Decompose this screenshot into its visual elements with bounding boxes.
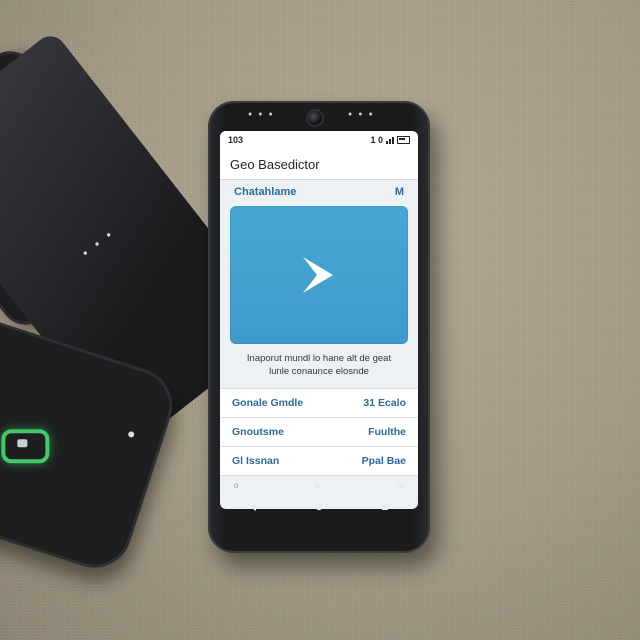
- side-phone-bottom-dot: [127, 430, 136, 439]
- nav-strip-dot: [315, 482, 321, 488]
- section-meta: M: [394, 186, 404, 198]
- recents-square-icon: [382, 504, 388, 510]
- recents-button[interactable]: [373, 497, 397, 517]
- caption: Inaporut mundl lo hane alt de geat lunle…: [230, 352, 408, 378]
- green-chip-icon: [1, 429, 50, 464]
- status-right-group: 1 0: [370, 135, 410, 145]
- back-triangle-icon: [250, 503, 256, 511]
- list-item-label: Gl Issnan: [232, 455, 280, 467]
- signal-icon: [386, 136, 394, 144]
- status-bar: 103 1 0: [220, 131, 418, 149]
- nav-strip-left: o: [234, 480, 239, 490]
- chevron-right-icon: [303, 257, 333, 293]
- home-circle-icon: [315, 503, 323, 511]
- list-item-value: 31 Ecalo: [363, 397, 406, 409]
- list-item-label: Gonale Gmdle: [232, 397, 304, 409]
- nav-strip: o m: [220, 477, 418, 493]
- section-label: Chatahlame: [234, 186, 297, 198]
- status-right-text: 1 0: [370, 135, 383, 145]
- phone-screen: 103 1 0 Geo Basedictor Chatahlame M Inap…: [220, 131, 418, 509]
- list-item-label: Gnoutsme: [232, 426, 284, 438]
- back-button[interactable]: [241, 497, 265, 517]
- camera-icon: [306, 109, 324, 127]
- sensor-dots-right: ●●●: [348, 111, 379, 118]
- hero-card[interactable]: [230, 206, 408, 344]
- list-item[interactable]: Gl Issnan Ppal Bae: [220, 446, 418, 476]
- section-header[interactable]: Chatahlame M: [220, 180, 418, 204]
- list-item[interactable]: Gonale Gmdle 31 Ecalo: [220, 388, 418, 417]
- home-button[interactable]: [307, 497, 331, 517]
- battery-icon: [397, 136, 410, 144]
- caption-line-2: lunle conaunce elosnde: [269, 366, 369, 377]
- nav-strip-right: m: [397, 480, 404, 490]
- list-item-value: Ppal Bae: [361, 455, 406, 467]
- list-item-value: Fuulthe: [368, 426, 406, 438]
- sensor-dots-left: ●●●: [248, 111, 279, 118]
- status-left-text: 103: [228, 135, 244, 145]
- caption-line-1: Inaporut mundl lo hane alt de geat: [246, 353, 392, 364]
- list-item[interactable]: Gnoutsme Fuulthe: [220, 417, 418, 446]
- app-bar: Geo Basedictor: [220, 149, 418, 180]
- main-phone: ●●● ●●● 103 1 0 Geo Basedictor Chatahlam…: [208, 101, 430, 553]
- nav-bar: [220, 495, 418, 519]
- app-title: Geo Basedictor: [230, 156, 320, 172]
- settings-list: Gonale Gmdle 31 Ecalo Gnoutsme Fuulthe G…: [220, 388, 418, 476]
